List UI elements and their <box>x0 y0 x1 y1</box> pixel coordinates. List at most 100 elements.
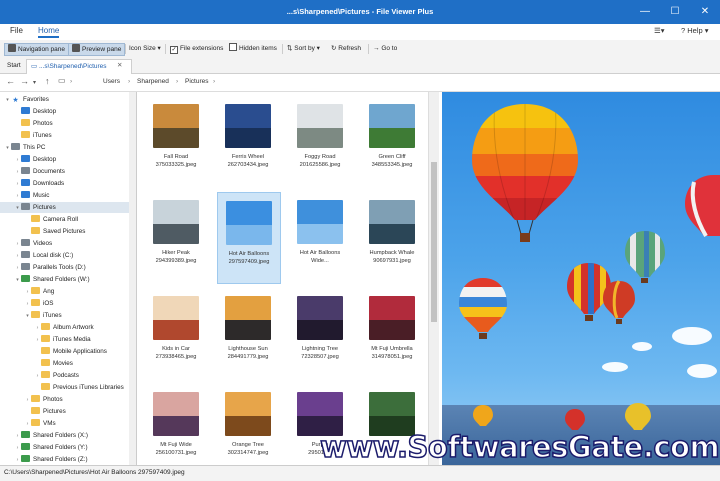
chevron-right-icon[interactable]: › <box>24 395 31 406</box>
preview-pane-button[interactable]: Preview pane <box>68 43 126 56</box>
grid-scrollbar-thumb[interactable] <box>431 162 437 322</box>
chevron-right-icon[interactable]: › <box>34 335 41 346</box>
go-to-button[interactable]: → Go to <box>373 42 397 55</box>
icon-size-dropdown[interactable]: Icon Size ▾ <box>129 42 161 55</box>
chevron-right-icon[interactable]: › <box>14 239 21 250</box>
tree-item[interactable]: › iTunes Media <box>0 334 136 345</box>
tree-item[interactable]: Pictures <box>0 406 136 417</box>
chevron-right-icon[interactable]: › <box>14 191 21 202</box>
chevron-right-icon[interactable]: › <box>14 443 21 454</box>
file-thumbnail[interactable]: Fall Road 375033325.jpeg <box>145 96 207 186</box>
maximize-button[interactable]: ☐ <box>660 0 690 24</box>
menu-home[interactable]: Home <box>38 26 60 38</box>
sort-by-dropdown[interactable]: ⇅ Sort by ▾ <box>287 42 320 55</box>
tree-item[interactable]: › Music <box>0 190 136 201</box>
tree-item[interactable]: › Local disk (C:) <box>0 250 136 261</box>
file-id: 375033325.jpeg <box>155 162 197 168</box>
file-thumbnail[interactable]: Green Cliff 348553345.jpeg <box>361 96 423 186</box>
chevron-right-icon[interactable]: › <box>14 167 21 178</box>
breadcrumb-pictures[interactable]: Pictures <box>185 78 208 85</box>
tree-item[interactable]: › Photos <box>0 394 136 405</box>
file-thumbnail[interactable]: Ferris Wheel 262703434.jpeg <box>217 96 279 186</box>
close-button[interactable]: ✕ <box>690 0 720 24</box>
chevron-right-icon[interactable]: › <box>14 431 21 442</box>
tree-item[interactable]: Previous iTunes Libraries <box>0 382 136 393</box>
file-thumbnail[interactable]: Lightning Tree 72328507.jpeg <box>289 288 351 378</box>
file-thumbnail[interactable]: Orange Tree 302314747.jpeg <box>217 384 279 474</box>
tree-item-label: Saved Pictures <box>43 228 86 235</box>
tree-item[interactable]: ▾ Pictures <box>0 202 136 213</box>
file-thumbnail[interactable]: Mt Fuji Wide 256100731.jpeg <box>145 384 207 474</box>
tree-item[interactable]: Mobile Applications <box>0 346 136 357</box>
chevron-right-icon[interactable]: › <box>14 251 21 262</box>
file-thumbnail[interactable]: Hot Air Balloons 297597409.jpeg <box>217 192 281 284</box>
grid-scrollbar[interactable] <box>428 92 439 465</box>
tree-item[interactable]: › VMs <box>0 418 136 429</box>
thumbnail-image <box>225 104 271 148</box>
thumbnail-image <box>297 200 343 244</box>
chevron-right-icon[interactable]: › <box>24 419 31 430</box>
tab-close-icon[interactable]: ✕ <box>113 59 126 73</box>
chevron-right-icon[interactable]: › <box>24 287 31 298</box>
navigation-pane-button[interactable]: Navigation pane <box>4 43 69 56</box>
settings-icon[interactable]: ☰▾ <box>654 26 665 35</box>
help-menu[interactable]: ? Help ▾ <box>681 26 709 35</box>
chevron-down-icon[interactable]: ▾ <box>14 275 21 286</box>
file-thumbnail[interactable]: Humpback Whale 90697931.jpeg <box>361 192 423 282</box>
chevron-down-icon[interactable]: ▾ <box>14 203 21 214</box>
file-thumbnail[interactable]: Hot Air Balloons Wide... <box>289 192 351 282</box>
tree-item[interactable]: Saved Pictures <box>0 226 136 237</box>
tree-item[interactable]: ▾ ★ Favorites <box>0 94 136 105</box>
up-arrow-icon[interactable]: ↑ <box>45 76 50 86</box>
tree-item[interactable]: Desktop <box>0 106 136 117</box>
chevron-down-icon[interactable]: ▾ <box>4 95 11 106</box>
chevron-right-icon[interactable]: › <box>34 371 41 382</box>
chevron-down-icon[interactable]: ▾ <box>24 311 31 322</box>
tree-item[interactable]: › Desktop <box>0 154 136 165</box>
file-thumbnail[interactable]: Lighthouse Sun 284491779.jpeg <box>217 288 279 378</box>
tree-item[interactable]: Photos <box>0 118 136 129</box>
file-thumbnail[interactable]: Foggy Road 201625586.jpeg <box>289 96 351 186</box>
folder-icon <box>41 359 50 366</box>
file-thumbnail[interactable]: Hiker Peak 294399389.jpeg <box>145 192 207 282</box>
minimize-button[interactable]: — <box>630 0 660 24</box>
tree-item[interactable]: › Shared Folders (Y:) <box>0 442 136 453</box>
tree-item[interactable]: Movies <box>0 358 136 369</box>
menu-file[interactable]: File <box>10 26 23 35</box>
chevron-right-icon[interactable]: › <box>24 299 31 310</box>
tree-item[interactable]: › Ang <box>0 286 136 297</box>
hidden-items-checkbox[interactable]: Hidden items <box>229 42 277 55</box>
breadcrumb-users[interactable]: Users <box>103 78 120 85</box>
tree-item[interactable]: › Podcasts <box>0 370 136 381</box>
chevron-down-icon[interactable]: ▾ <box>4 143 11 154</box>
file-thumbnail[interactable]: Kids in Car 273938465.jpeg <box>145 288 207 378</box>
tree-item[interactable]: › Parallels Tools (D:) <box>0 262 136 273</box>
chevron-right-icon[interactable]: › <box>14 155 21 166</box>
tree-item[interactable]: › Downloads <box>0 178 136 189</box>
history-dropdown-icon[interactable]: ▾ <box>33 79 36 86</box>
tree-item[interactable]: › Documents <box>0 166 136 177</box>
tab-start[interactable]: Start <box>3 59 25 73</box>
file-thumbnail[interactable]: Mt Fuji Umbrella 314978051.jpeg <box>361 288 423 378</box>
chevron-right-icon[interactable]: › <box>14 263 21 274</box>
forward-arrow-icon[interactable]: → <box>20 76 29 86</box>
back-arrow-icon[interactable]: ← <box>6 76 15 86</box>
tree-item[interactable]: ▾ iTunes <box>0 310 136 321</box>
tree-item[interactable]: Camera Roll <box>0 214 136 225</box>
tree-item[interactable]: ▾ Shared Folders (W:) <box>0 274 136 285</box>
tree-item[interactable]: › iOS <box>0 298 136 309</box>
tree-item[interactable]: › Shared Folders (Z:) <box>0 454 136 465</box>
tree-scrollbar[interactable] <box>129 92 136 465</box>
tree-item[interactable]: iTunes <box>0 130 136 141</box>
chevron-right-icon[interactable]: › <box>34 323 41 334</box>
tree-item[interactable]: › Videos <box>0 238 136 249</box>
chevron-right-icon[interactable]: › <box>14 179 21 190</box>
tree-item[interactable]: › Shared Folders (X:) <box>0 430 136 441</box>
refresh-button[interactable]: ↻ Refresh <box>331 42 361 55</box>
tree-item[interactable]: ▾ This PC <box>0 142 136 153</box>
navigation-tree: ▾ ★ Favorites Desktop Photos iTunes ▾ This PC › D… <box>0 92 137 465</box>
breadcrumb-sharpened[interactable]: Sharpened <box>137 78 169 85</box>
tree-item[interactable]: › Album Artwork <box>0 322 136 333</box>
chevron-right-icon[interactable]: › <box>14 455 21 465</box>
file-extensions-checkbox[interactable]: ✓ File extensions <box>170 42 223 55</box>
